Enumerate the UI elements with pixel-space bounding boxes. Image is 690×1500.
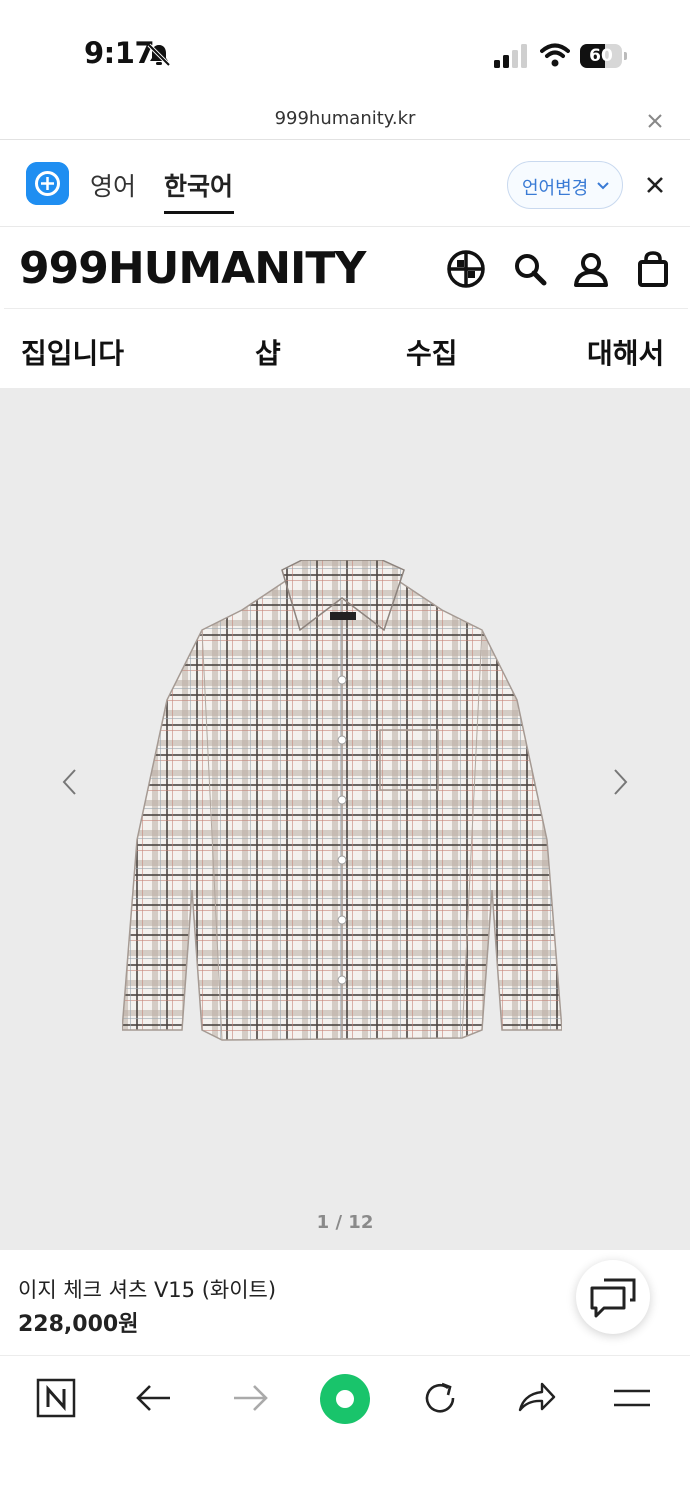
url-bar[interactable]: 999humanity.kr	[0, 100, 690, 140]
battery-percent: 60	[589, 46, 613, 66]
reload-icon[interactable]	[420, 1378, 460, 1418]
account-icon[interactable]	[571, 249, 611, 289]
product-gallery[interactable]: 1 / 12	[0, 388, 690, 1250]
site-header: 999HUMANITY	[4, 229, 688, 309]
site-logo[interactable]: 999HUMANITY	[19, 243, 366, 294]
main-nav: 집입니다 샵 수집 대해서	[4, 310, 688, 388]
wifi-icon	[540, 43, 570, 67]
papago-translate-icon[interactable]	[26, 162, 69, 205]
nav-item-collection[interactable]: 수집	[406, 332, 458, 372]
tab-target-language[interactable]: 한국어	[164, 167, 233, 203]
product-name: 이지 체크 셔츠 V15 (화이트)	[18, 1278, 277, 1302]
url-text[interactable]: 999humanity.kr	[0, 108, 690, 129]
search-icon[interactable]	[510, 249, 550, 289]
chevron-down-icon	[597, 182, 609, 190]
menu-icon[interactable]	[612, 1378, 652, 1418]
change-language-label: 언어변경	[522, 178, 589, 199]
bell-muted-icon	[147, 43, 171, 67]
status-time: 9:17	[84, 36, 155, 70]
close-icon[interactable]	[644, 110, 666, 132]
plaid-shirt-image	[122, 560, 562, 1041]
chat-bubbles-icon	[590, 1278, 636, 1318]
tab-source-language[interactable]: 영어	[90, 167, 136, 203]
forward-arrow-icon[interactable]	[230, 1378, 270, 1418]
product-price: 228,000원	[18, 1312, 139, 1337]
chat-button[interactable]	[576, 1260, 650, 1334]
battery-indicator: 60	[580, 44, 628, 68]
cellular-signal-icon	[494, 44, 527, 68]
browser-toolbar	[0, 1356, 690, 1500]
active-tab-indicator	[164, 211, 234, 214]
green-home-button[interactable]	[320, 1374, 370, 1424]
nav-item-about[interactable]: 대해서	[587, 332, 664, 372]
product-info: 이지 체크 셔츠 V15 (화이트) 228,000원	[0, 1250, 690, 1356]
back-arrow-icon[interactable]	[134, 1378, 174, 1418]
share-icon[interactable]	[516, 1378, 556, 1418]
status-bar: 9:17 60	[0, 0, 690, 100]
translate-bar: 영어 한국어 언어변경	[0, 141, 690, 227]
naver-n-icon[interactable]	[36, 1378, 76, 1418]
next-image-icon[interactable]	[612, 768, 630, 796]
previous-image-icon[interactable]	[60, 768, 78, 796]
image-counter: 1 / 12	[316, 1212, 374, 1233]
shopping-bag-icon[interactable]	[633, 249, 673, 289]
change-language-button[interactable]: 언어변경	[507, 161, 623, 209]
close-translate-icon[interactable]	[644, 174, 666, 196]
nav-item-shop[interactable]: 샵	[255, 332, 281, 372]
globe-grid-icon[interactable]	[446, 249, 486, 289]
nav-item-home[interactable]: 집입니다	[21, 332, 124, 372]
